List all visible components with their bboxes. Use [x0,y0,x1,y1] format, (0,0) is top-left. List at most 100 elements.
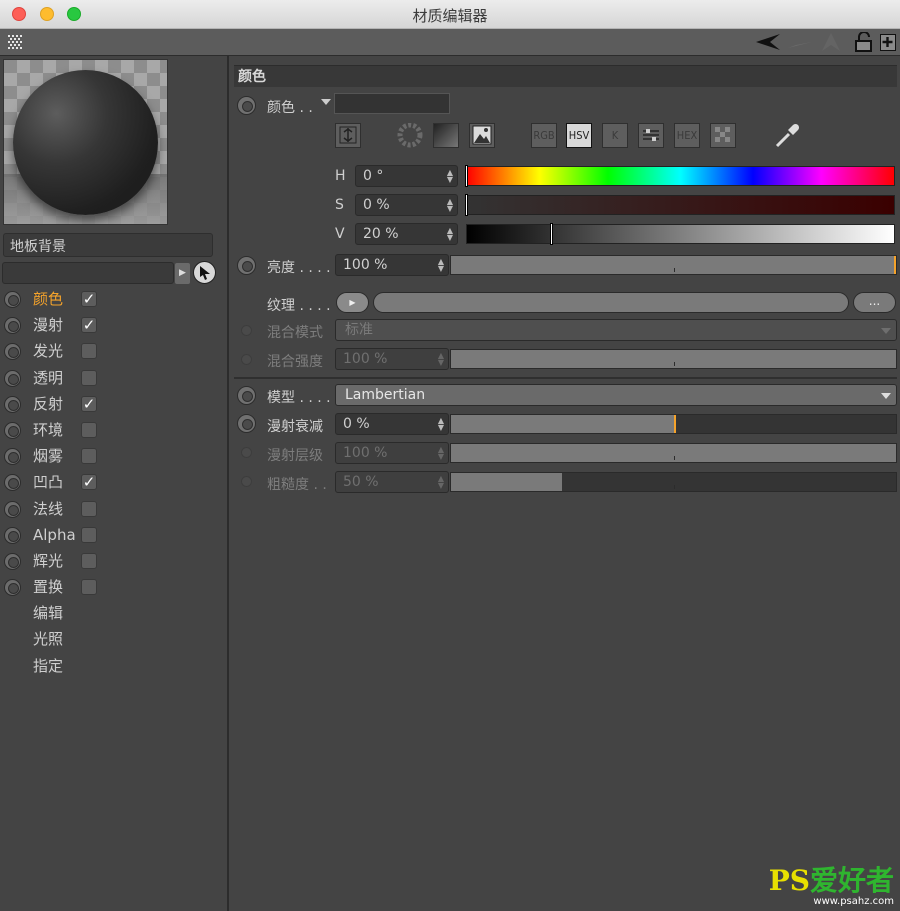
channel-checkbox[interactable] [81,369,97,386]
channel-label[interactable]: 指定 [33,653,63,679]
brightness-anim-radio[interactable] [237,256,256,275]
channel-radio[interactable] [4,474,21,492]
channel-checkbox[interactable]: ✓ [81,291,97,307]
channel-label[interactable]: 法线 [33,496,63,522]
diffuse-falloff-slider[interactable] [450,414,897,434]
channel-label[interactable]: 凹凸 [33,469,63,495]
channel-label[interactable]: 辉光 [33,548,63,574]
texture-play-button[interactable]: ▶ [336,292,369,313]
hue-marker[interactable] [465,165,468,187]
channel-radio[interactable] [4,317,21,335]
channel-radio[interactable] [4,395,21,413]
channel-item[interactable]: 置换 [0,574,229,600]
brightness-slider[interactable] [450,255,897,275]
channel-item[interactable]: 法线 [0,496,229,522]
image-picker-icon[interactable] [469,123,495,148]
blend-strength-anim-dot[interactable] [241,354,252,365]
channel-item[interactable]: 凹凸 ✓ [0,469,229,495]
model-anim-radio[interactable] [237,386,256,405]
channel-checkbox[interactable] [81,552,97,569]
saturation-marker[interactable] [465,194,468,216]
channel-checkbox[interactable]: ✓ [81,395,97,412]
model-dropdown[interactable]: Lambertian [335,384,897,406]
channel-radio[interactable] [4,343,21,361]
channel-radio[interactable] [4,448,21,466]
diffuse-level-anim-dot[interactable] [241,447,252,458]
diffuse-falloff-slider-knob[interactable] [673,415,676,433]
blend-strength-slider[interactable] [450,349,897,369]
brightness-field[interactable]: 100 % ▲ ▼ [335,254,449,276]
channel-radio[interactable] [4,369,21,387]
diffuse-level-slider[interactable] [450,443,897,463]
channel-item[interactable]: 颜色 ✓ [0,286,229,312]
gradient-spectrum-icon[interactable] [433,123,459,148]
saturation-slider[interactable] [465,194,895,216]
blend-strength-spinner-icon[interactable]: ▲ ▼ [438,352,444,367]
v-spinner-icon[interactable]: ▲ ▼ [447,227,453,242]
s-field[interactable]: 0 % ▲ ▼ [355,194,458,216]
color-dropdown-arrow-icon[interactable] [321,99,331,106]
channel-checkbox[interactable] [81,500,97,517]
diffuse-falloff-field[interactable]: 0 % ▲ ▼ [335,413,449,435]
channel-label[interactable]: 透明 [33,365,63,391]
grid-menu-icon[interactable] [7,34,23,50]
texture-field[interactable] [373,292,849,313]
channel-checkbox[interactable]: ✓ [81,317,97,334]
swatch-spectrum-icon[interactable] [335,123,361,148]
roughness-spinner-icon[interactable]: ▲ ▼ [438,475,444,490]
color-mode-k-button[interactable]: K [602,123,628,148]
material-name-field[interactable]: 地板背景 [3,233,213,257]
channel-radio[interactable] [4,500,21,518]
s-spinner-icon[interactable]: ▲ ▼ [447,198,453,213]
channel-item[interactable]: Alpha [0,522,229,548]
eyedropper-icon[interactable] [773,122,801,150]
color-mode-hex-button[interactable]: HEX [674,123,700,148]
color-mode-hsv-button[interactable]: HSV [566,123,592,148]
channel-radio[interactable] [4,526,21,544]
channel-item[interactable]: 编辑 [0,600,229,626]
channel-item[interactable]: 烟雾 [0,443,229,469]
channel-label[interactable]: 漫射 [33,312,63,338]
channel-label[interactable]: 颜色 [33,286,63,312]
back-arrow-icon[interactable] [756,33,782,51]
channel-item[interactable]: 指定 [0,653,229,679]
channel-item[interactable]: 光照 [0,626,229,652]
channel-radio[interactable] [4,579,21,597]
diffuse-level-spinner-icon[interactable]: ▲ ▼ [438,446,444,461]
blend-mode-dropdown[interactable]: 标准 [335,319,897,341]
channel-label[interactable]: 烟雾 [33,443,63,469]
forward-arrow-icon[interactable] [788,33,814,51]
channel-item[interactable]: 发光 [0,338,229,364]
channel-radio[interactable] [4,552,21,570]
channel-item[interactable]: 反射 ✓ [0,391,229,417]
brightness-spinner-icon[interactable]: ▲ ▼ [438,258,444,273]
roughness-slider[interactable] [450,472,897,492]
new-window-icon[interactable] [880,34,896,51]
value-marker[interactable] [550,223,554,245]
channel-label[interactable]: 发光 [33,338,63,364]
channel-checkbox[interactable] [81,343,97,360]
hue-slider[interactable] [465,165,895,187]
channel-item[interactable]: 环境 [0,417,229,443]
channel-item[interactable]: 漫射 ✓ [0,312,229,338]
texture-more-button[interactable]: ... [853,292,896,313]
channel-label[interactable]: 反射 [33,391,63,417]
color-mode-rgb-button[interactable]: RGB [531,123,557,148]
channel-label[interactable]: 光照 [33,626,63,652]
value-slider[interactable] [466,223,895,245]
h-field[interactable]: 0 ° ▲ ▼ [355,165,458,187]
channel-label[interactable]: Alpha [33,522,76,548]
pick-arrow-button[interactable] [193,261,216,284]
diffuse-falloff-spinner-icon[interactable]: ▲ ▼ [438,417,444,432]
channel-label[interactable]: 编辑 [33,600,63,626]
lock-icon[interactable] [855,32,873,52]
channel-radio[interactable] [4,291,21,308]
color-anim-radio[interactable] [237,96,256,115]
up-arrow-icon[interactable] [818,32,844,52]
channel-label[interactable]: 置换 [33,574,63,600]
material-preview[interactable] [3,59,168,225]
channel-checkbox[interactable] [81,526,97,543]
diffuse-falloff-anim-radio[interactable] [237,414,256,433]
channel-item[interactable]: 透明 [0,365,229,391]
color-wheel-icon[interactable] [397,122,423,148]
